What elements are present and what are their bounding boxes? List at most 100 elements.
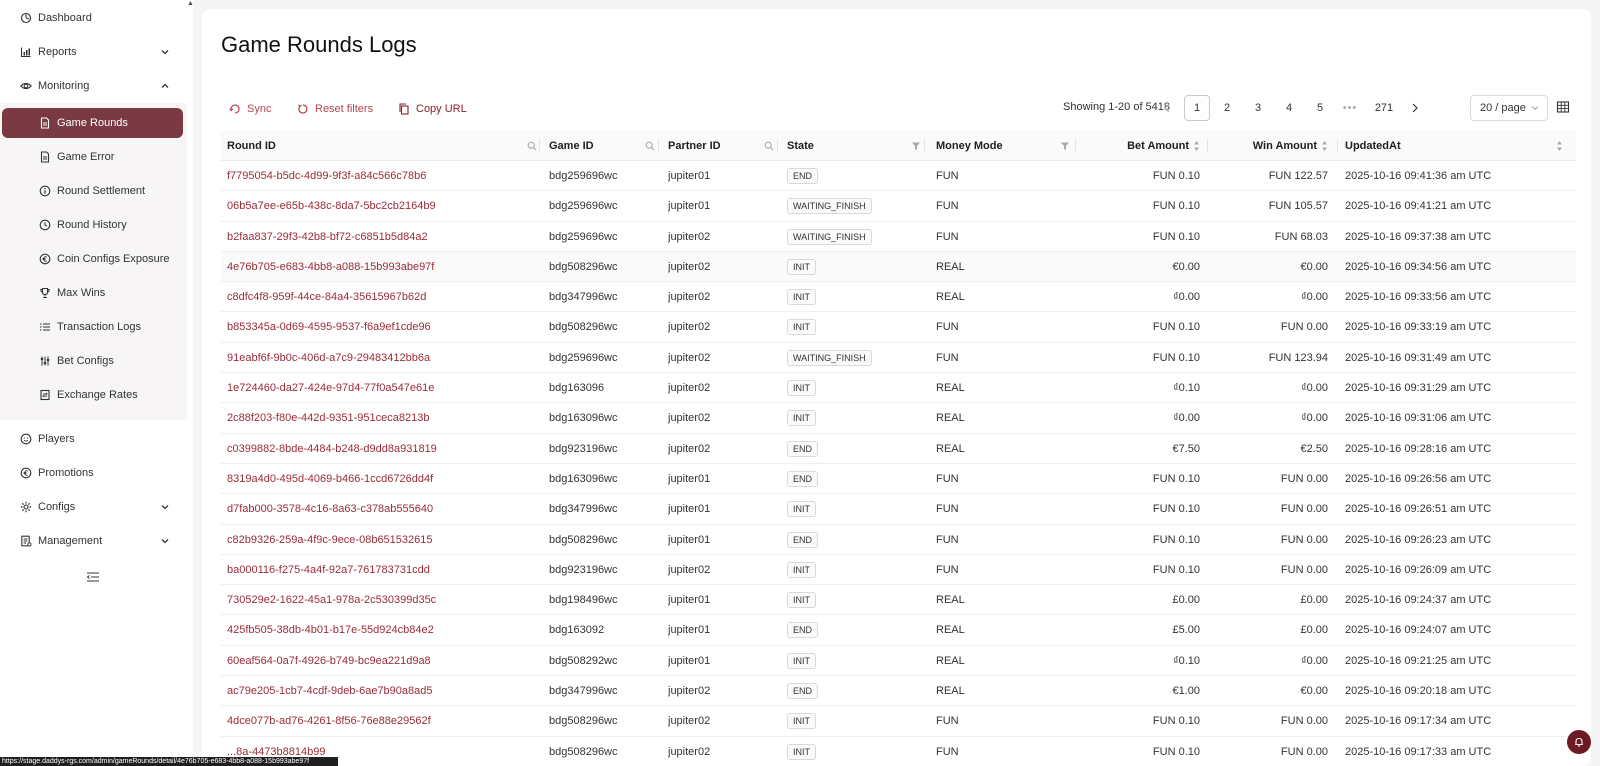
cell-round-id[interactable]: 730529e2-1622-45a1-978a-2c530399d35c xyxy=(227,585,537,615)
prev-page-button[interactable] xyxy=(1154,95,1180,121)
search-icon[interactable] xyxy=(527,141,537,151)
notification-button[interactable] xyxy=(1567,730,1591,754)
cell-round-id[interactable]: 06b5a7ee-e65b-438c-8da7-5bc2cb2164b9 xyxy=(227,191,537,221)
cell-round-id[interactable]: ba000116-f275-4a4f-92a7-761783731cdd xyxy=(227,555,537,585)
sidebar-item-game-error[interactable]: Game Error xyxy=(0,140,187,174)
column-header-game-id[interactable]: Game ID xyxy=(549,131,659,161)
cell-round-id[interactable]: ac79e205-1cb7-4cdf-9deb-6ae7b90a8ad5 xyxy=(227,676,537,706)
cell-round-id[interactable]: 4dce077b-ad76-4261-8f56-76e88e29562f xyxy=(227,706,537,736)
table-row[interactable]: c82b9326-259a-4f9c-9ece-08b651532615 bdg5… xyxy=(221,525,1576,555)
table-row[interactable]: b2faa837-29f3-42b8-bf72-c6851b5d84a2 bdg2… xyxy=(221,222,1576,252)
sidebar-item-players[interactable]: Players xyxy=(0,422,193,456)
column-header-round-id[interactable]: Round ID xyxy=(227,131,540,161)
cell-state: WAITING_FINISH xyxy=(787,191,925,221)
cell-round-id[interactable]: 2c88f203-f80e-442d-9351-951ceca8213b xyxy=(227,403,537,433)
page-4-button[interactable]: 4 xyxy=(1276,95,1302,121)
menu-collapse-icon[interactable] xyxy=(86,570,100,582)
cell-game-id: bdg347996wc xyxy=(549,503,618,516)
table-row[interactable]: c0399882-8bde-4484-b248-d9dd8a931819 bdg9… xyxy=(221,434,1576,464)
column-header-bet-amount[interactable]: Bet Amount xyxy=(1081,131,1208,161)
table-row[interactable]: c8dfc4f8-959f-44ce-84a4-35615967b62d bdg3… xyxy=(221,282,1576,313)
cell-win-amount: €2.50 xyxy=(1300,442,1328,455)
table-row[interactable]: ...8a-4473b8814b99 bdg508296wc jupiter02 IN… xyxy=(221,737,1576,766)
table-row[interactable]: 4dce077b-ad76-4261-8f56-76e88e29562f bdg5… xyxy=(221,706,1576,737)
sidebar-item-management[interactable]: Management xyxy=(0,524,193,558)
table-row[interactable]: ac79e205-1cb7-4cdf-9deb-6ae7b90a8ad5 bdg3… xyxy=(221,676,1576,707)
sidebar-item-round-settlement[interactable]: Round Settlement xyxy=(0,174,187,208)
cell-partner-id: jupiter01 xyxy=(668,472,711,485)
sidebar-item-reports[interactable]: Reports xyxy=(0,35,193,69)
sidebar-item-exchange-rates[interactable]: Exchange Rates xyxy=(0,378,187,412)
table-row[interactable]: 2c88f203-f80e-442d-9351-951ceca8213b bdg1… xyxy=(221,403,1576,434)
sidebar-item-bet-configs[interactable]: Bet Configs xyxy=(0,344,187,378)
sidebar-item-promotions[interactable]: Promotions xyxy=(0,456,193,490)
cell-round-id[interactable]: f7795054-b5dc-4d99-9f3f-a84c566c78b6 xyxy=(227,161,537,191)
sidebar-item-configs[interactable]: Configs xyxy=(0,490,193,524)
cell-partner-id: jupiter02 xyxy=(668,563,711,576)
sidebar-item-coin-configs-exposure[interactable]: Coin Configs Exposure xyxy=(0,242,187,276)
sidebar-item-dashboard[interactable]: Dashboard xyxy=(0,1,193,35)
column-header-partner-id[interactable]: Partner ID xyxy=(668,131,778,161)
column-header-win-amount[interactable]: Win Amount xyxy=(1211,131,1338,161)
cell-round-id[interactable]: c0399882-8bde-4484-b248-d9dd8a931819 xyxy=(227,434,537,464)
filter-icon[interactable] xyxy=(1060,141,1070,151)
table-row[interactable]: ba000116-f275-4a4f-92a7-761783731cdd bdg9… xyxy=(221,555,1576,586)
page-ellipsis-button[interactable]: ••• xyxy=(1337,95,1363,121)
table-row[interactable]: b853345a-0d69-4595-9537-f6a9ef1cde96 bdg5… xyxy=(221,312,1576,343)
next-page-button[interactable] xyxy=(1402,95,1428,121)
search-icon[interactable] xyxy=(645,141,655,151)
table-row[interactable]: 1e724460-da27-424e-97d4-77f0a547e61e bdg1… xyxy=(221,373,1576,404)
sidebar-item-round-history[interactable]: Round History xyxy=(0,208,187,242)
table-row[interactable]: 425fb505-38db-4b01-b17e-55d924cb84e2 bdg1… xyxy=(221,615,1576,646)
sidebar-item-monitoring[interactable]: Monitoring xyxy=(0,69,193,103)
sidebar-item-transaction-logs[interactable]: Transaction Logs xyxy=(0,310,187,344)
page-last-button[interactable]: 271 xyxy=(1368,95,1400,121)
state-tag: INIT xyxy=(787,380,816,397)
table-row[interactable]: d7fab000-3578-4c16-8a63-c378ab555640 bdg3… xyxy=(221,494,1576,525)
table-row[interactable]: 8319a4d0-495d-4069-b466-1ccd6726dd4f bdg1… xyxy=(221,464,1576,495)
table-row[interactable]: 4e76b705-e683-4bb8-a088-15b993abe97f bdg5… xyxy=(221,251,1576,283)
cell-round-id[interactable]: b2faa837-29f3-42b8-bf72-c6851b5d84a2 xyxy=(227,222,537,252)
copy-url-button[interactable]: Copy URL xyxy=(398,99,467,119)
cell-round-id[interactable]: d7fab000-3578-4c16-8a63-c378ab555640 xyxy=(227,494,537,524)
search-icon[interactable] xyxy=(764,141,774,151)
cell-bet-amount: FUN 0.10 xyxy=(1152,170,1200,182)
table-row[interactable]: 730529e2-1622-45a1-978a-2c530399d35c bdg1… xyxy=(221,585,1576,616)
reset-filters-button[interactable]: Reset filters xyxy=(297,99,373,119)
cell-round-id[interactable]: b853345a-0d69-4595-9537-f6a9ef1cde96 xyxy=(227,312,537,342)
cell-game-id: bdg508296wc xyxy=(549,321,618,334)
sidebar-item-label: Round History xyxy=(57,219,127,231)
sidebar: ▲ Dashboard Reports Monitoring Game Roun… xyxy=(0,0,194,766)
column-header-updated-at[interactable]: UpdatedAt xyxy=(1345,131,1569,161)
page-1-button[interactable]: 1 xyxy=(1184,95,1210,121)
sidebar-item-game-rounds[interactable]: Game Rounds xyxy=(2,108,183,138)
table-row[interactable]: f7795054-b5dc-4d99-9f3f-a84c566c78b6 bdg2… xyxy=(221,161,1576,192)
cell-round-id[interactable]: 1e724460-da27-424e-97d4-77f0a547e61e xyxy=(227,373,537,403)
cell-win-amount: €0.00 xyxy=(1300,685,1328,698)
column-header-state[interactable]: State xyxy=(787,131,925,161)
cell-bet-amount: ₫0.10 xyxy=(1172,382,1200,395)
cell-updated-at: 2025-10-16 09:17:34 am UTC xyxy=(1345,715,1492,728)
table-row[interactable]: 06b5a7ee-e65b-438c-8da7-5bc2cb2164b9 bdg2… xyxy=(221,191,1576,222)
bar-chart-icon xyxy=(20,46,32,58)
cell-round-id[interactable]: c8dfc4f8-959f-44ce-84a4-35615967b62d xyxy=(227,282,537,312)
page-3-button[interactable]: 3 xyxy=(1245,95,1271,121)
table-body: f7795054-b5dc-4d99-9f3f-a84c566c78b6 bdg2… xyxy=(221,161,1576,766)
page-2-button[interactable]: 2 xyxy=(1214,95,1240,121)
sync-button[interactable]: Sync xyxy=(229,99,271,119)
filter-icon[interactable] xyxy=(911,141,921,151)
column-header-money-mode[interactable]: Money Mode xyxy=(936,131,1076,161)
table-row[interactable]: 91eabf6f-9b0c-406d-a7c9-29483412bb6a bdg2… xyxy=(221,343,1576,374)
sidebar-item-max-wins[interactable]: Max Wins xyxy=(0,276,187,310)
cell-round-id[interactable]: 60eaf564-0a7f-4926-b749-bc9ea221d9a8 xyxy=(227,646,537,676)
cell-round-id[interactable]: c82b9326-259a-4f9c-9ece-08b651532615 xyxy=(227,525,537,555)
cell-round-id[interactable]: 4e76b705-e683-4bb8-a088-15b993abe97f xyxy=(227,252,537,282)
column-settings-icon[interactable] xyxy=(1556,100,1570,114)
table-row[interactable]: 60eaf564-0a7f-4926-b749-bc9ea221d9a8 bdg5… xyxy=(221,646,1576,677)
page-size-select[interactable]: 20 / page xyxy=(1470,95,1548,121)
cell-round-id[interactable]: 8319a4d0-495d-4069-b466-1ccd6726dd4f xyxy=(227,464,537,494)
page-5-button[interactable]: 5 xyxy=(1307,95,1333,121)
cell-round-id[interactable]: 425fb505-38db-4b01-b17e-55d924cb84e2 xyxy=(227,615,537,645)
cell-state: END xyxy=(787,434,925,464)
cell-round-id[interactable]: 91eabf6f-9b0c-406d-a7c9-29483412bb6a xyxy=(227,343,537,373)
